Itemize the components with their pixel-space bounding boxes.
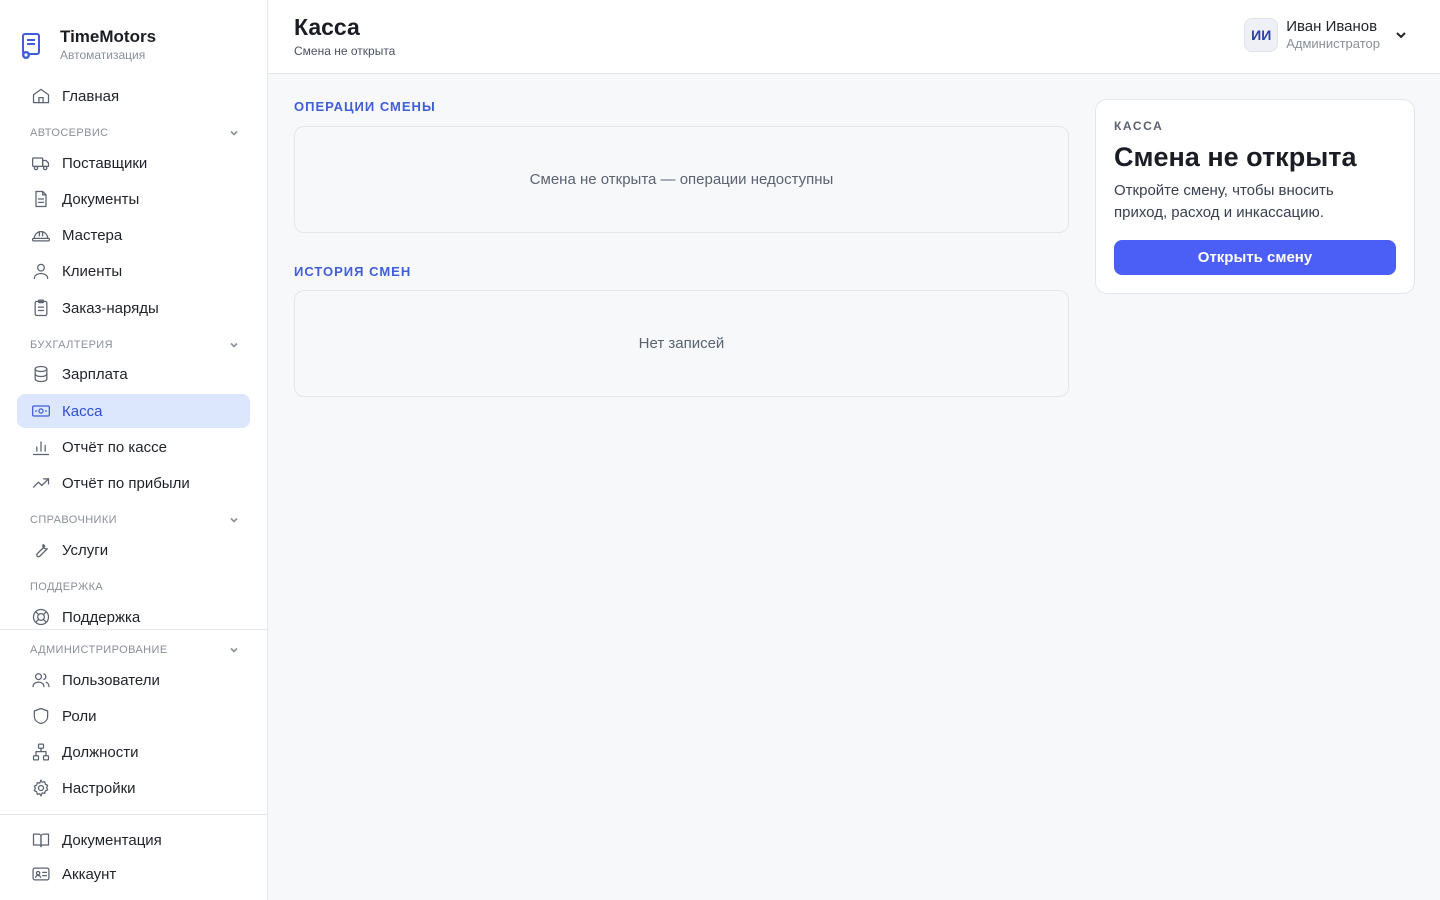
user-name: Иван Иванов	[1286, 18, 1378, 35]
section-accounting[interactable]: БУХГАЛТЕРИЯ	[30, 337, 240, 353]
sidebar-item-label: Пользователи	[62, 671, 160, 689]
sidebar-item-label: Услуги	[62, 541, 109, 559]
sidebar-item-label: Зарплата	[62, 365, 128, 383]
chevron-down-icon	[228, 127, 240, 139]
section-support: ПОДДЕРЖКА	[30, 579, 240, 595]
sidebar-item-label: Должности	[62, 743, 139, 761]
sidebar-item-documents[interactable]: Документы	[17, 182, 250, 216]
wrench-icon	[30, 540, 51, 561]
section-admin[interactable]: АДМИНИСТРИРОВАНИЕ	[30, 642, 240, 658]
sidebar: TimeMotors Автоматизация Главная АВТОСЕР…	[0, 0, 268, 900]
section-label: БУХГАЛТЕРИЯ	[30, 339, 113, 351]
sidebar-item-positions[interactable]: Должности	[17, 735, 250, 769]
brand[interactable]: TimeMotors Автоматизация	[18, 28, 156, 63]
book-icon	[30, 830, 51, 851]
chevron-down-icon	[228, 644, 240, 656]
database-icon	[30, 364, 51, 385]
sidebar-item-label: Отчёт по кассе	[62, 438, 167, 456]
sidebar-item-orders[interactable]: Заказ-наряды	[17, 291, 250, 325]
sidebar-item-profit-report[interactable]: Отчёт по прибыли	[17, 466, 250, 500]
home-icon	[30, 86, 51, 107]
user-role: Администратор	[1286, 36, 1380, 51]
hierarchy-icon	[30, 742, 51, 763]
chevron-down-icon	[1394, 28, 1408, 42]
sidebar-item-salary[interactable]: Зарплата	[17, 357, 250, 391]
cash-shift-card: КАССА Смена не открыта Откройте смену, ч…	[1095, 99, 1415, 294]
gear-icon	[30, 778, 51, 799]
top-header: Касса Смена не открыта ИИ Иван Иванов Ад…	[268, 0, 1440, 74]
sidebar-item-label: Главная	[62, 87, 120, 105]
sidebar-item-docs[interactable]: Документация	[17, 823, 250, 857]
sidebar-item-settings[interactable]: Настройки	[17, 771, 250, 805]
sidebar-item-label: Заказ-наряды	[62, 299, 159, 317]
section-label: АВТОСЕРВИС	[30, 127, 109, 139]
sidebar-item-label: Поставщики	[62, 154, 148, 172]
sidebar-item-label: Мастера	[62, 226, 123, 244]
sidebar-item-users[interactable]: Пользователи	[17, 663, 250, 697]
user-icon	[30, 261, 51, 282]
sidebar-item-label: Роли	[62, 707, 97, 725]
hard-hat-icon	[30, 225, 51, 246]
sidebar-item-label: Касса	[62, 402, 103, 420]
sidebar-item-masters[interactable]: Мастера	[17, 218, 250, 252]
brand-logo-icon	[18, 31, 46, 61]
section-autoservice[interactable]: АВТОСЕРВИС	[30, 125, 240, 141]
lifebuoy-icon	[30, 607, 51, 628]
sidebar-item-label: Отчёт по прибыли	[62, 474, 190, 492]
open-shift-button[interactable]: Открыть смену	[1114, 240, 1396, 275]
card-description: Откройте смену, чтобы вносить приход, ра…	[1114, 182, 1334, 221]
page-title: Касса	[294, 14, 360, 40]
card-label: КАССА	[1114, 119, 1164, 133]
sidebar-item-suppliers[interactable]: Поставщики	[17, 146, 250, 180]
sidebar-item-label: Документы	[62, 190, 140, 208]
clipboard-icon	[30, 298, 51, 319]
operations-empty-state: Смена не открыта — операции недоступны	[294, 126, 1069, 233]
sidebar-item-label: Документация	[62, 831, 162, 849]
sidebar-item-label: Поддержка	[62, 608, 141, 626]
section-label: СПРАВОЧНИКИ	[30, 514, 117, 526]
id-card-icon	[30, 864, 51, 885]
section-label: АДМИНИСТРИРОВАНИЕ	[30, 644, 168, 656]
sidebar-divider	[0, 814, 267, 815]
chevron-down-icon	[228, 514, 240, 526]
trending-up-icon	[30, 473, 51, 494]
sidebar-item-clients[interactable]: Клиенты	[17, 254, 250, 288]
sidebar-item-services[interactable]: Услуги	[17, 533, 250, 567]
bar-chart-icon	[30, 437, 51, 458]
sidebar-item-label: Настройки	[62, 779, 136, 797]
truck-icon	[30, 153, 51, 174]
section-references[interactable]: СПРАВОЧНИКИ	[30, 512, 240, 528]
user-menu[interactable]: ИИ Иван Иванов Администратор	[1244, 18, 1408, 52]
brand-subtitle: Автоматизация	[60, 48, 146, 62]
sidebar-item-cash[interactable]: Касса	[17, 394, 250, 428]
brand-name: TimeMotors	[60, 27, 157, 46]
document-icon	[30, 189, 51, 210]
sidebar-item-home[interactable]: Главная	[17, 79, 250, 113]
users-icon	[30, 670, 51, 691]
history-empty-state: Нет записей	[294, 290, 1069, 397]
sidebar-item-account[interactable]: Аккаунт	[17, 857, 250, 891]
history-section-title: ИСТОРИЯ СМЕН	[294, 264, 412, 279]
sidebar-divider	[0, 629, 267, 630]
card-title: Смена не открыта	[1114, 142, 1357, 172]
page-subtitle: Смена не открыта	[294, 44, 396, 58]
chevron-down-icon	[228, 339, 240, 351]
sidebar-item-label: Аккаунт	[62, 865, 117, 883]
section-label: ПОДДЕРЖКА	[30, 581, 104, 593]
shield-icon	[30, 706, 51, 727]
sidebar-item-label: Клиенты	[62, 262, 123, 280]
avatar: ИИ	[1244, 18, 1279, 52]
sidebar-item-roles[interactable]: Роли	[17, 699, 250, 733]
sidebar-item-cash-report[interactable]: Отчёт по кассе	[17, 430, 250, 464]
cash-icon	[30, 401, 51, 422]
operations-section-title: ОПЕРАЦИИ СМЕНЫ	[294, 99, 436, 114]
